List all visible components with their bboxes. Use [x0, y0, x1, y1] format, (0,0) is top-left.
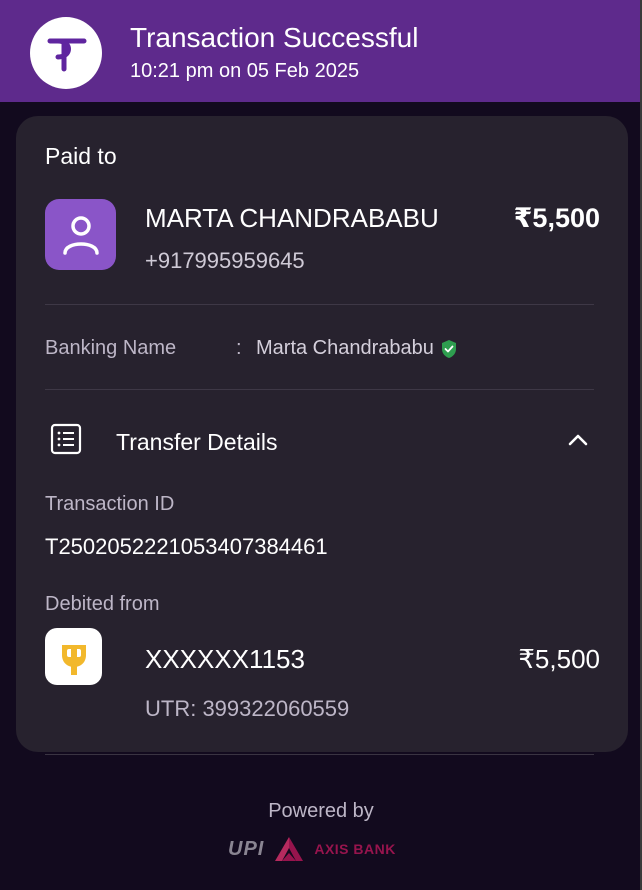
transaction-datetime: 10:21 pm on 05 Feb 2025 — [130, 60, 360, 82]
debited-amount: ₹5,500 — [518, 644, 600, 674]
paid-to-label: Paid to — [45, 143, 117, 169]
utr-number[interactable]: UTR: 399322060559 — [145, 696, 349, 722]
powered-by-label: Powered by — [268, 800, 374, 822]
divider — [45, 754, 594, 755]
verified-shield-icon — [441, 339, 456, 358]
axis-bank-logo-icon — [275, 837, 304, 861]
banking-name-row: Marta Chandrababu — [256, 337, 458, 360]
paid-amount: ₹5,500 — [513, 203, 600, 233]
chevron-up-icon[interactable] — [566, 428, 590, 452]
receipt-icon — [50, 423, 82, 455]
phonepe-logo-icon — [30, 17, 102, 89]
payee-phone: +917995959645 — [145, 248, 305, 273]
banking-name-colon: : — [236, 337, 242, 359]
banking-name-label: Banking Name — [45, 337, 177, 359]
transaction-id-value[interactable]: T2502052221053407384461 — [45, 534, 328, 560]
divider — [45, 389, 594, 390]
transaction-card: Paid to MARTA CHANDRABABU ₹5,500 +917995… — [16, 116, 628, 752]
transaction-id-label: Transaction ID — [45, 493, 175, 515]
axis-bank-logo: AXIS BANK — [314, 841, 396, 857]
divider — [45, 304, 594, 305]
debited-from-label: Debited from — [45, 593, 160, 615]
user-avatar-icon — [45, 199, 116, 270]
transaction-header: Transaction Successful 10:21 pm on 05 Fe… — [0, 0, 642, 102]
banking-name-value: Marta Chandrababu — [256, 337, 434, 359]
upi-logo: UPI — [228, 837, 265, 860]
partner-logos: UPI AXIS BANK — [228, 834, 418, 864]
debited-account: XXXXXX1153 — [145, 644, 305, 674]
bank-logo-icon — [45, 628, 102, 685]
transfer-details-title[interactable]: Transfer Details — [116, 429, 277, 456]
transaction-status-title: Transaction Successful — [130, 22, 419, 53]
payee-name: MARTA CHANDRABABU — [145, 203, 439, 233]
